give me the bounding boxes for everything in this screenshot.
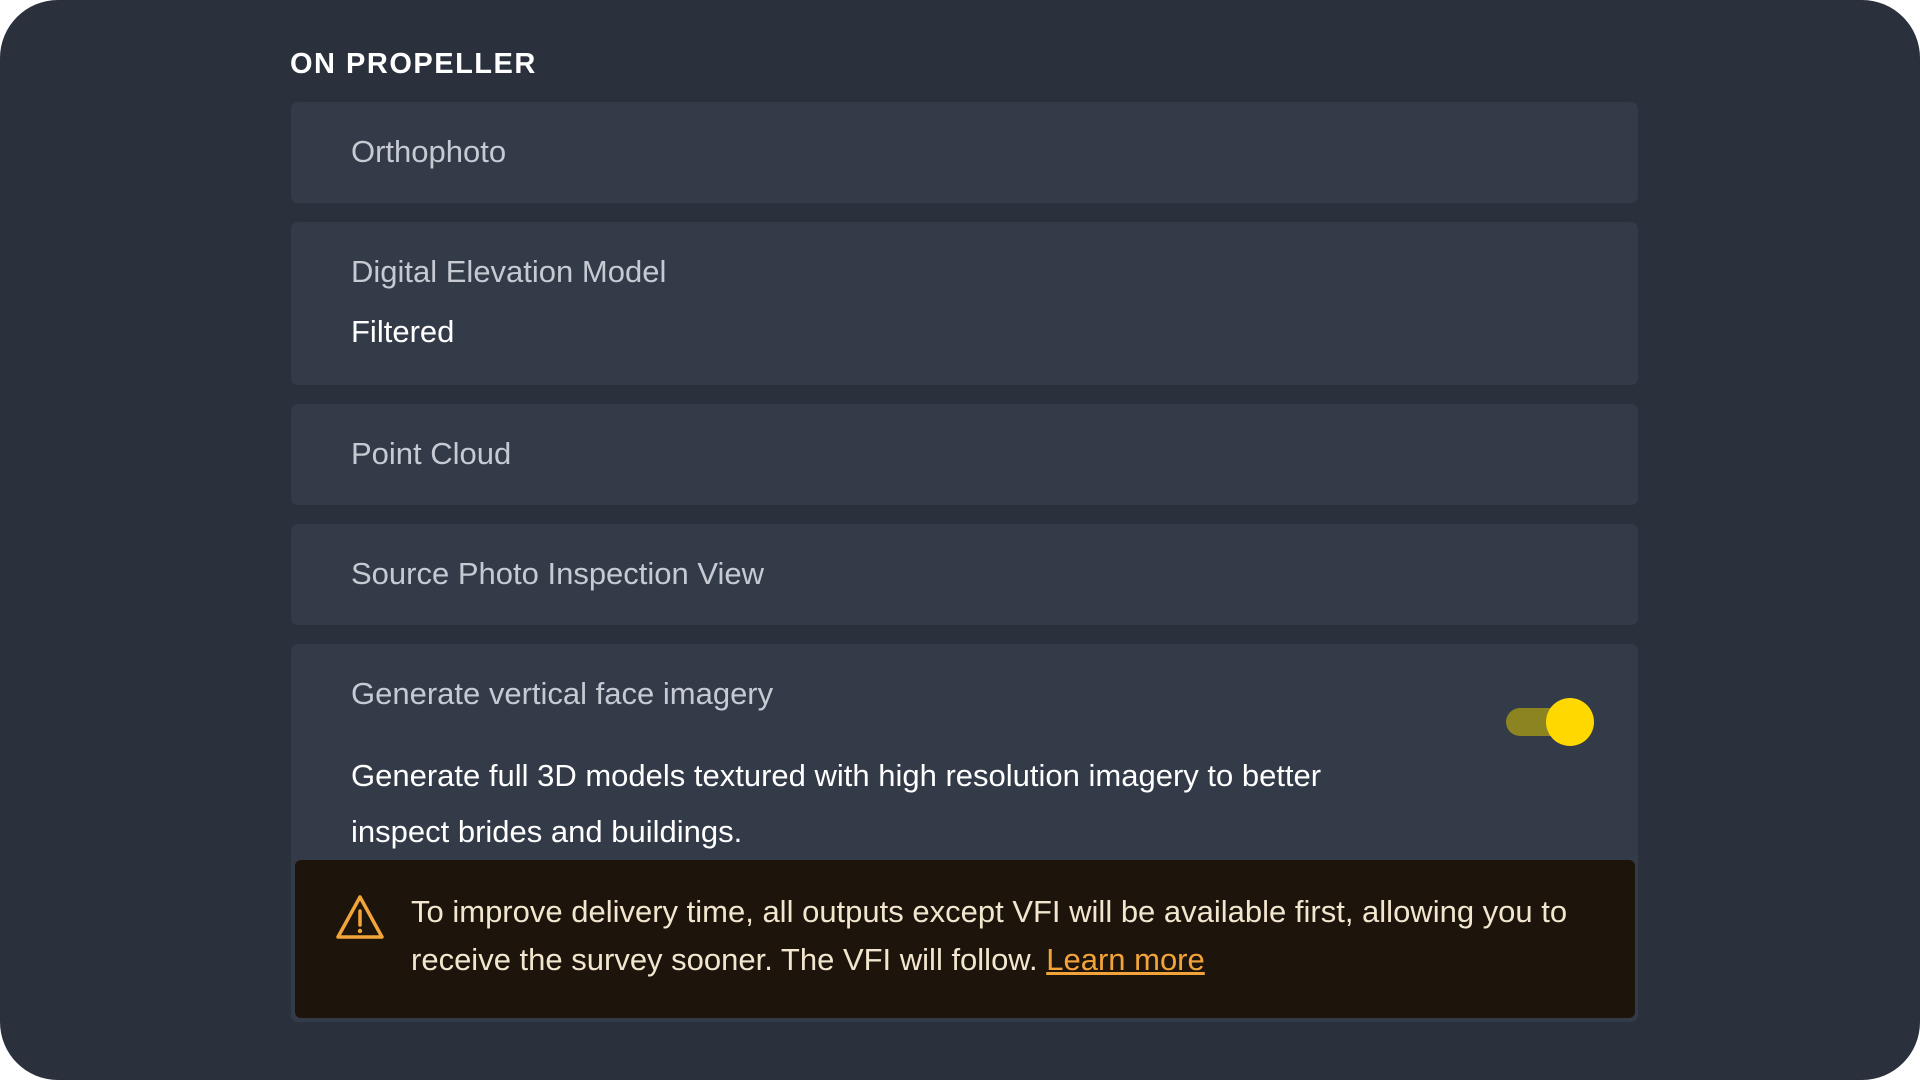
output-label-orthophoto: Orthophoto	[351, 134, 507, 169]
toggle-knob	[1546, 698, 1594, 746]
output-label-vfi: Generate vertical face imagery	[351, 676, 774, 711]
settings-panel: ON PROPELLER Orthophoto Digital Elevatio…	[0, 0, 1920, 1080]
output-label-source-photo: Source Photo Inspection View	[351, 556, 765, 591]
vfi-toggle[interactable]	[1506, 698, 1594, 746]
warning-text: To improve delivery time, all outputs ex…	[411, 894, 1568, 977]
warning-banner: To improve delivery time, all outputs ex…	[295, 860, 1635, 1018]
learn-more-link[interactable]: Learn more	[1046, 942, 1205, 977]
output-card-point-cloud[interactable]: Point Cloud	[291, 404, 1638, 505]
output-card-dem[interactable]: Digital Elevation Model Filtered	[291, 222, 1638, 385]
output-description-vfi: Generate full 3D models textured with hi…	[351, 758, 1322, 849]
output-label-dem: Digital Elevation Model	[351, 254, 667, 289]
warning-triangle-icon	[336, 895, 384, 939]
section-title: ON PROPELLER	[290, 48, 537, 80]
warning-message: To improve delivery time, all outputs ex…	[411, 888, 1611, 984]
output-card-source-photo[interactable]: Source Photo Inspection View	[291, 524, 1638, 625]
output-value-dem: Filtered	[351, 314, 455, 349]
output-card-orthophoto[interactable]: Orthophoto	[291, 102, 1638, 203]
output-label-point-cloud: Point Cloud	[351, 436, 512, 471]
